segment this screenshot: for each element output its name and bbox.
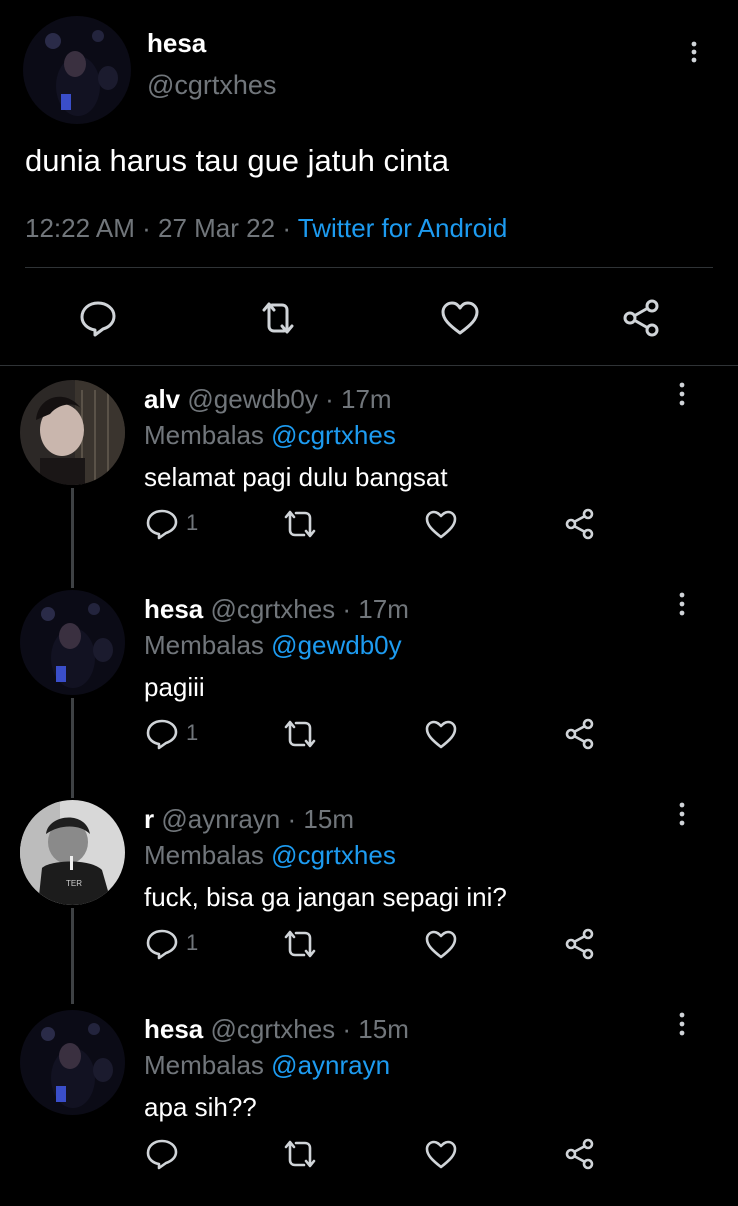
replying-label: Membalas xyxy=(144,630,264,660)
reply-text: pagiii xyxy=(144,672,205,702)
tweet-source-link[interactable]: Twitter for Android xyxy=(298,213,508,243)
reply-age: 15m xyxy=(358,1014,409,1044)
more-vertical-icon[interactable] xyxy=(670,1010,694,1038)
replying-to-link[interactable]: @cgrtxhes xyxy=(271,420,396,450)
replying-label: Membalas xyxy=(144,1050,264,1080)
meta-separator: · xyxy=(142,213,151,243)
replying-label: Membalas xyxy=(144,420,264,450)
tweet-date: 27 Mar 22 xyxy=(158,213,276,243)
avatar[interactable] xyxy=(20,380,125,485)
tweet-time: 12:22 AM xyxy=(25,213,135,243)
replying-to: Membalas @aynrayn xyxy=(144,1050,390,1081)
reply-text: selamat pagi dulu bangsat xyxy=(144,462,448,492)
reply-icon[interactable] xyxy=(76,296,120,340)
replying-to-link[interactable]: @cgrtxhes xyxy=(271,840,396,870)
reply-age: 17m xyxy=(341,384,392,414)
author-name[interactable]: hesa xyxy=(144,594,203,624)
meta-separator: · xyxy=(287,804,297,834)
author-name[interactable]: alv xyxy=(144,384,180,414)
retweet-icon[interactable] xyxy=(256,296,300,340)
more-vertical-icon[interactable] xyxy=(670,590,694,618)
share-icon[interactable] xyxy=(562,716,598,752)
meta-separator: · xyxy=(325,384,334,414)
tweet-meta: 12:22 AM · 27 Mar 22 · Twitter for Andro… xyxy=(25,213,507,244)
retweet-icon[interactable] xyxy=(280,1136,320,1172)
divider xyxy=(25,267,713,268)
meta-separator: · xyxy=(342,1014,352,1044)
heart-icon[interactable] xyxy=(423,926,459,962)
share-icon[interactable] xyxy=(620,296,664,340)
author-handle[interactable]: @aynrayn xyxy=(161,804,280,834)
reply-header: hesa @cgrtxhes · 17m xyxy=(144,594,409,625)
reply-tweet[interactable]: hesa @cgrtxhes · 15m Membalas @aynrayn a… xyxy=(0,996,738,1206)
tweet-text: dunia harus tau gue jatuh cinta xyxy=(25,143,449,178)
more-vertical-icon[interactable] xyxy=(670,800,694,828)
reply-icon[interactable] xyxy=(144,1136,180,1172)
avatar[interactable] xyxy=(23,16,131,124)
reply-tweet[interactable]: TER r @aynrayn · 15m Membalas @cgrtxhes … xyxy=(0,786,738,996)
share-icon[interactable] xyxy=(562,1136,598,1172)
more-vertical-icon[interactable] xyxy=(670,380,694,408)
meta-separator: · xyxy=(282,213,291,243)
reply-header: hesa @cgrtxhes · 15m xyxy=(144,1014,409,1045)
reply-header: alv @gewdb0y · 17m xyxy=(144,384,392,415)
reply-icon[interactable] xyxy=(144,926,180,962)
reply-tweet[interactable]: alv @gewdb0y · 17m Membalas @cgrtxhes se… xyxy=(0,366,738,576)
reply-count: 1 xyxy=(186,930,199,955)
reply-icon[interactable] xyxy=(144,506,180,542)
reply-count: 1 xyxy=(186,720,199,745)
reply-age: 17m xyxy=(358,594,409,624)
heart-icon[interactable] xyxy=(423,1136,459,1172)
author-name[interactable]: hesa xyxy=(144,1014,203,1044)
author-handle[interactable]: @gewdb0y xyxy=(187,384,317,414)
reply-header: r @aynrayn · 15m xyxy=(144,804,354,835)
meta-separator: · xyxy=(342,594,352,624)
replying-to: Membalas @cgrtxhes xyxy=(144,840,396,871)
replying-to: Membalas @cgrtxhes xyxy=(144,420,396,451)
share-icon[interactable] xyxy=(562,506,598,542)
more-vertical-icon[interactable] xyxy=(682,40,706,64)
share-icon[interactable] xyxy=(562,926,598,962)
replying-to: Membalas @gewdb0y xyxy=(144,630,402,661)
retweet-icon[interactable] xyxy=(280,716,320,752)
replying-to-link[interactable]: @gewdb0y xyxy=(271,630,401,660)
replying-to-link[interactable]: @aynrayn xyxy=(271,1050,390,1080)
main-tweet: hesa @cgrtxhes dunia harus tau gue jatuh… xyxy=(0,0,738,365)
heart-icon[interactable] xyxy=(438,296,482,340)
retweet-icon[interactable] xyxy=(280,506,320,542)
avatar[interactable] xyxy=(20,1010,125,1115)
heart-icon[interactable] xyxy=(423,506,459,542)
replying-label: Membalas xyxy=(144,840,264,870)
reply-tweet[interactable]: hesa @cgrtxhes · 17m Membalas @gewdb0y p… xyxy=(0,576,738,786)
reply-age: 15m xyxy=(303,804,354,834)
author-name[interactable]: hesa xyxy=(147,28,206,59)
avatar[interactable] xyxy=(20,590,125,695)
avatar[interactable]: TER xyxy=(20,800,125,905)
author-handle[interactable]: @cgrtxhes xyxy=(211,1014,336,1044)
reply-count: 1 xyxy=(186,510,199,535)
heart-icon[interactable] xyxy=(423,716,459,752)
author-handle[interactable]: @cgrtxhes xyxy=(147,70,276,101)
reply-text: apa sih?? xyxy=(144,1092,257,1122)
reply-icon[interactable] xyxy=(144,716,180,752)
retweet-icon[interactable] xyxy=(280,926,320,962)
reply-text: fuck, bisa ga jangan sepagi ini? xyxy=(144,882,507,912)
author-handle[interactable]: @cgrtxhes xyxy=(211,594,336,624)
avatar-shirt-text: TER xyxy=(66,879,82,888)
author-name[interactable]: r xyxy=(144,804,154,834)
